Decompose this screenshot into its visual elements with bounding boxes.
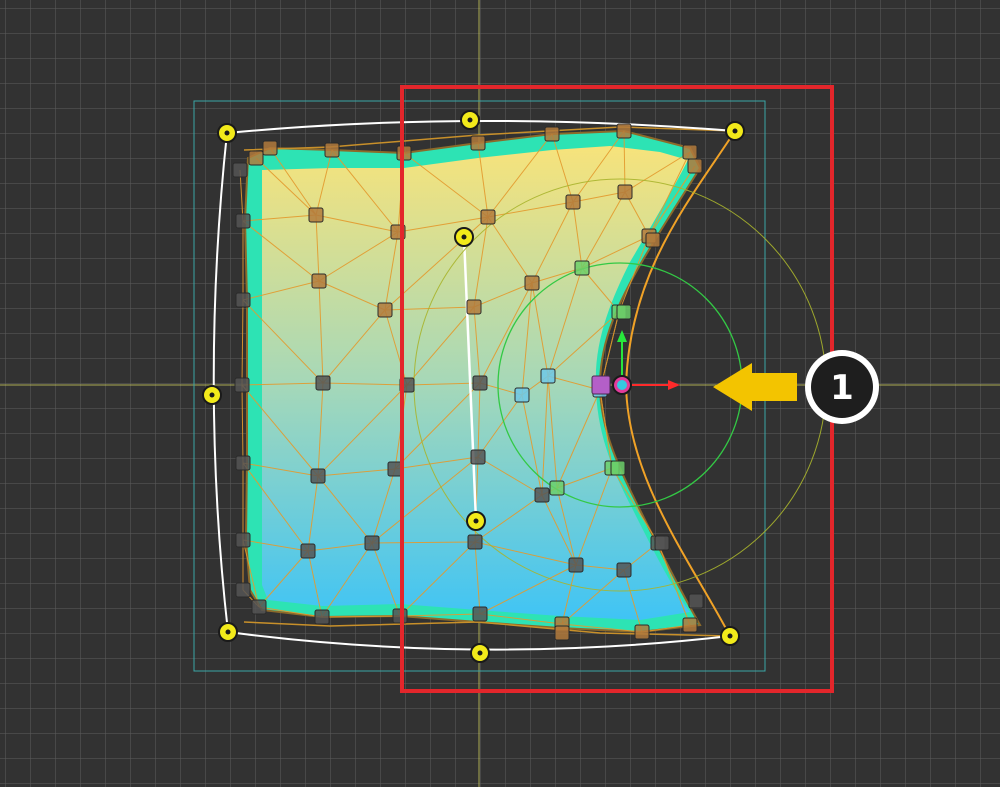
mesh-vertex[interactable] [310,468,326,484]
mesh-edge [241,299,244,386]
control-point-icon[interactable] [454,227,474,247]
mesh-vertex[interactable] [610,460,626,476]
mesh-vertex[interactable] [554,625,570,641]
control-point-icon[interactable] [466,511,486,531]
callout-label: 1 [830,368,854,408]
control-point-icon[interactable] [218,622,238,642]
mesh-vertex[interactable] [617,184,633,200]
mesh-vertex[interactable] [235,292,251,308]
mesh-vertex[interactable] [654,535,670,551]
mesh-vertex[interactable] [235,532,251,548]
mesh-vertex[interactable] [472,375,488,391]
mesh-vertex[interactable] [616,304,632,320]
mesh-vertex[interactable] [514,387,530,403]
mesh-vertex[interactable] [534,487,550,503]
mesh-edge [241,384,244,464]
mesh-editor-canvas[interactable]: 1 [0,0,1000,787]
mesh-vertex[interactable] [262,140,278,156]
control-point-icon[interactable] [725,121,745,141]
number-badge-icon: 1 [805,350,879,424]
mesh-vertex[interactable] [688,593,704,609]
mesh-vertex[interactable] [524,275,540,291]
arrow-left-icon [713,363,797,411]
mesh-vertex[interactable] [235,213,251,229]
mesh-vertex[interactable] [574,260,590,276]
mesh-vertex[interactable] [387,461,403,477]
lattice-curve-top [226,119,736,134]
mesh-vertex[interactable] [308,207,324,223]
mesh-vertex[interactable] [364,535,380,551]
mesh-vertex[interactable] [470,135,486,151]
mesh-vertex[interactable] [682,144,698,160]
mesh-editor-viewport[interactable]: 1 [0,0,1000,787]
mesh-vertex[interactable] [234,377,250,393]
mesh-vertex[interactable] [549,480,565,496]
control-point-icon[interactable] [470,643,490,663]
mesh-vertex[interactable] [470,449,486,465]
mesh-vertex[interactable] [616,123,632,139]
mesh-vertex[interactable] [565,194,581,210]
mesh-vertex[interactable] [324,142,340,158]
mesh-vertex[interactable] [300,543,316,559]
mesh-vertex[interactable] [314,609,330,625]
mesh-vertex[interactable] [616,562,632,578]
mesh-vertex[interactable] [315,375,331,391]
mesh-vertex[interactable] [634,624,650,640]
mesh-vertex[interactable] [377,302,393,318]
mesh-vertex[interactable] [480,209,496,225]
mesh-vertex[interactable] [467,534,483,550]
mesh-edge [239,169,244,222]
mesh-vertex[interactable] [232,162,248,178]
mesh-vertex[interactable] [687,158,703,174]
lattice-curve-left [212,132,229,633]
control-point-icon[interactable] [720,626,740,646]
mesh-vertex[interactable] [251,599,267,615]
control-point-icon[interactable] [217,123,237,143]
mesh-vertex[interactable] [311,273,327,289]
control-point-icon[interactable] [202,385,222,405]
mesh-vertex[interactable] [568,557,584,573]
mesh-vertex[interactable] [235,582,251,598]
mesh-vertex[interactable] [466,299,482,315]
control-point-icon[interactable] [460,110,480,130]
mesh-vertex[interactable] [544,126,560,142]
mesh-vertex[interactable] [645,232,661,248]
mesh-vertex[interactable] [248,150,264,166]
mesh-vertex[interactable] [235,455,251,471]
mesh-vertex[interactable] [540,368,556,384]
mesh-vertex[interactable] [682,617,698,633]
mesh-vertex[interactable] [472,606,488,622]
